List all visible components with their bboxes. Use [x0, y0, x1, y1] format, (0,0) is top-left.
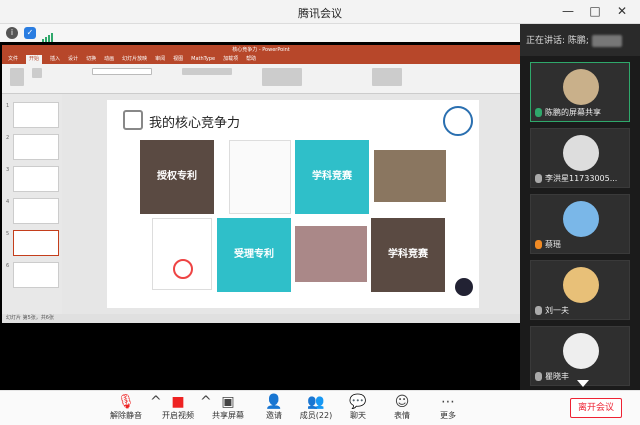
ppt-status-bar: 幻灯片 第5张，共6张 — [2, 314, 520, 323]
block-patent-pending: 受理专利 — [217, 218, 291, 292]
block-patent-granted: 授权专利 — [140, 140, 214, 214]
ppt-tab[interactable]: 插入 — [50, 55, 60, 64]
participant-tile[interactable]: 瞿晓丰 — [530, 326, 630, 386]
emoji-button[interactable]: ☺ 表情 — [384, 394, 420, 421]
mic-muted-icon — [535, 174, 542, 183]
unmute-button[interactable]: 🎙 解除静音 — [108, 394, 144, 421]
info-icon[interactable]: i — [6, 27, 18, 39]
participant-tile[interactable]: 陈鹏的屏幕共享 — [530, 62, 630, 122]
ppt-tab[interactable]: 文件 — [8, 55, 18, 64]
active-speaker-label: 正在讲话: 陈鹏; — [520, 24, 640, 56]
award-photo — [295, 226, 367, 282]
chat-button[interactable]: 💬 聊天 — [340, 394, 376, 421]
ppt-tab[interactable]: 切换 — [86, 55, 96, 64]
participant-tile[interactable]: 李洪星11733005... — [530, 128, 630, 188]
participant-tile[interactable]: 刘一夫 — [530, 260, 630, 320]
mic-off-icon: 🎙 — [117, 394, 135, 410]
slide-thumb[interactable]: 2 — [6, 134, 59, 160]
new-slide-icon[interactable] — [32, 68, 42, 78]
more-button[interactable]: ⋯ 更多 — [430, 394, 466, 421]
ppt-tab[interactable]: 动画 — [104, 55, 114, 64]
drawing-group — [262, 68, 302, 86]
ppt-tab[interactable]: 帮助 — [246, 55, 256, 64]
invite-button[interactable]: 👤 邀请 — [256, 394, 292, 421]
certificate-image — [152, 218, 212, 290]
slide-thumb[interactable]: 1 — [6, 102, 59, 128]
share-screen-button[interactable]: ▣ 共享屏幕 — [210, 394, 246, 421]
certificates-photo — [374, 150, 446, 202]
start-video-button[interactable]: ■ 开启视频 — [160, 394, 196, 421]
avatar — [563, 333, 599, 369]
leave-meeting-button[interactable]: 离开会议 — [570, 398, 622, 418]
avatar — [563, 69, 599, 105]
close-button[interactable]: ✕ — [611, 2, 633, 20]
slide-thumb[interactable]: 4 — [6, 198, 59, 224]
members-button[interactable]: 👥 成员(22) — [296, 394, 336, 421]
audio-options-chevron-icon[interactable]: ^ — [150, 394, 162, 410]
mic-muted-icon — [535, 372, 542, 381]
share-icon: ▣ — [221, 394, 235, 410]
screen-share-icon — [535, 108, 542, 117]
ppt-tab[interactable]: 加载项 — [223, 55, 238, 64]
slide-thumb[interactable]: 3 — [6, 166, 59, 192]
signal-icon[interactable] — [42, 28, 54, 43]
presenter-avatar-icon — [455, 278, 473, 296]
window-titlebar: 腾讯会议 — □ ✕ — [0, 0, 640, 24]
powerpoint-window: 核心竞争力 - PowerPoint 文件 开始 插入 设计 切换 动画 幻灯片… — [2, 45, 520, 323]
paragraph-group — [182, 68, 232, 75]
slide-thumb-selected[interactable]: 5 — [6, 230, 59, 256]
ppt-tab[interactable]: 设计 — [68, 55, 78, 64]
meeting-toolbar: 🎙 解除静音 ^ ■ 开启视频 ^ ▣ 共享屏幕 👤 邀请 👥 成员(22) 💬 聊天 ☺ 表… — [0, 390, 640, 425]
ppt-tab[interactable]: 视图 — [173, 55, 183, 64]
avatar — [563, 201, 599, 237]
user-icon — [535, 240, 542, 249]
block-competition: 学科竞赛 — [295, 140, 369, 214]
meeting-info-bar: i ✓ — [0, 24, 520, 43]
add-user-icon: 👤 — [265, 394, 283, 410]
ppt-ribbon-tabs: 文件 开始 插入 设计 切换 动画 幻灯片放映 审阅 视图 MathType 加… — [2, 55, 520, 64]
slide: 我的核心竞争力 授权专利 学科竞赛 受理专利 学科竞赛 — [107, 100, 479, 308]
ppt-title: 核心竞争力 - PowerPoint — [2, 45, 520, 55]
slide-canvas: 我的核心竞争力 授权专利 学科竞赛 受理专利 学科竞赛 — [62, 94, 520, 314]
avatar — [563, 135, 599, 171]
window-title: 腾讯会议 — [298, 7, 342, 20]
editing-group — [372, 68, 402, 86]
ppt-tab[interactable]: MathType — [191, 55, 215, 64]
slide-thumbnails: 1 2 3 4 5 6 — [2, 94, 62, 314]
university-logo — [443, 106, 473, 136]
members-icon: 👥 — [307, 394, 325, 410]
block-competition-2: 学科竞赛 — [371, 218, 445, 292]
ppt-tab[interactable]: 开始 — [26, 55, 43, 64]
video-options-chevron-icon[interactable]: ^ — [200, 394, 212, 410]
slide-title: 我的核心竞争力 — [149, 116, 241, 131]
camera-off-icon: ■ — [171, 394, 185, 410]
participant-tile[interactable]: 蔡瑶 — [530, 194, 630, 254]
more-icon: ⋯ — [441, 394, 455, 410]
ppt-tab[interactable]: 幻灯片放映 — [122, 55, 147, 64]
maximize-button[interactable]: □ — [584, 2, 606, 20]
avatar — [563, 267, 599, 303]
minimize-button[interactable]: — — [557, 2, 579, 20]
ppt-tab[interactable]: 审阅 — [155, 55, 165, 64]
mic-muted-icon — [535, 306, 542, 315]
document-image — [229, 140, 291, 214]
paste-icon[interactable] — [10, 68, 24, 86]
ppt-ribbon — [2, 64, 520, 94]
smile-icon: ☺ — [394, 394, 410, 410]
scroll-down-icon[interactable] — [577, 380, 589, 387]
slide-thumb[interactable]: 6 — [6, 262, 59, 288]
chat-icon: 💬 — [349, 394, 367, 410]
participants-panel: 正在讲话: 陈鹏; 陈鹏的屏幕共享 李洪星11733005... 蔡瑶 刘一夫 … — [520, 24, 640, 390]
checkbox-icon — [123, 110, 143, 130]
font-select[interactable] — [92, 68, 152, 75]
shield-icon[interactable]: ✓ — [24, 27, 36, 39]
